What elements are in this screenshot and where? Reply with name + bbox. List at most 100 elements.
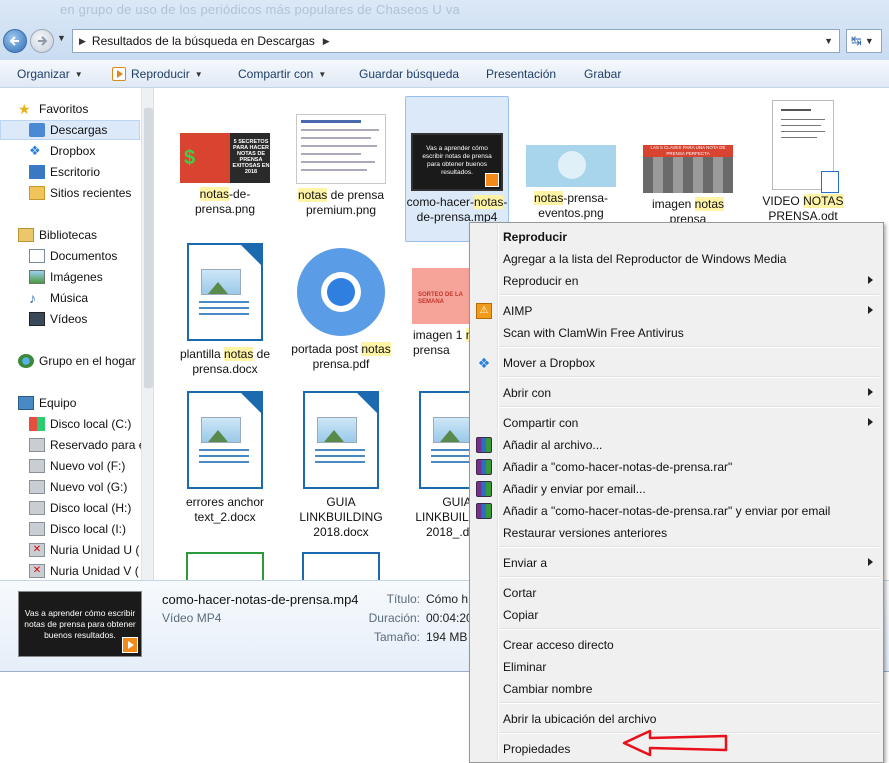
menu-item-label: Enviar a: [503, 556, 548, 570]
menu-item-rename[interactable]: Cambiar nombre: [472, 678, 881, 700]
play-button[interactable]: Reproducir ▼: [112, 67, 203, 81]
presentation-button[interactable]: Presentación: [486, 67, 556, 81]
nav-dropbox[interactable]: ❖ Dropbox: [29, 141, 153, 161]
network-drive-icon: ✕: [29, 564, 45, 578]
search-highlight: NOTAS: [803, 194, 844, 208]
menu-item-add-to-archive[interactable]: Añadir al archivo...: [472, 434, 881, 456]
menu-item-copy[interactable]: Copiar: [472, 604, 881, 626]
menu-item-add-to-wmp-list[interactable]: Agregar a la lista del Reproductor de Wi…: [472, 248, 881, 270]
forward-button[interactable]: [30, 29, 54, 53]
chrome-icon: [297, 248, 385, 336]
menu-item-open-with[interactable]: Abrir con: [472, 382, 881, 404]
file-item[interactable]: notas de prensa premium.png: [291, 114, 391, 218]
address-path[interactable]: Resultados de la búsqueda en Descargas: [92, 34, 315, 48]
file-thumbnail: [526, 145, 616, 187]
nav-libraries[interactable]: Bibliotecas: [18, 225, 153, 245]
context-menu: Reproducir Agregar a la lista del Reprod…: [469, 222, 884, 763]
chevron-down-icon: ▼: [318, 69, 327, 79]
nav-favorites[interactable]: ★ Favoritos: [18, 99, 153, 119]
search-highlight: notas: [223, 347, 254, 361]
chevron-right-icon[interactable]: ▶: [79, 36, 86, 47]
nav-drive[interactable]: Nuevo vol (G:): [29, 477, 153, 497]
file-item[interactable]: $ 5 SECRETOS PARA HACER NOTAS DE PRENSA …: [175, 133, 275, 217]
organize-button[interactable]: Organizar ▼: [17, 67, 83, 81]
menu-item-create-shortcut[interactable]: Crear acceso directo: [472, 634, 881, 656]
menu-item-open-file-location[interactable]: Abrir la ubicación del archivo: [472, 708, 881, 730]
share-button[interactable]: Compartir con ▼: [238, 67, 326, 81]
nav-music[interactable]: ♪ Música: [29, 288, 153, 308]
nav-downloads[interactable]: Descargas: [0, 120, 140, 140]
menu-item-move-to-dropbox[interactable]: ❖ Mover a Dropbox: [472, 352, 881, 374]
menu-item-cut[interactable]: Cortar: [472, 582, 881, 604]
nav-drive[interactable]: Disco local (C:): [29, 414, 153, 434]
file-item[interactable]: plantilla notas de prensa.docx: [175, 243, 275, 377]
menu-item-play[interactable]: Reproducir: [472, 226, 881, 248]
homegroup-icon: [18, 354, 34, 368]
menu-item-aimp[interactable]: ⚠ AIMP: [472, 300, 881, 322]
burn-button[interactable]: Grabar: [584, 67, 621, 81]
nav-videos[interactable]: Vídeos: [29, 309, 153, 329]
nav-drive[interactable]: Nuevo vol (F:): [29, 456, 153, 476]
thumbnail-line: [781, 131, 825, 132]
file-item[interactable]: GUIA LINKBUILDING 2018.docx: [291, 391, 391, 540]
menu-item-add-and-email[interactable]: Añadir y enviar por email...: [472, 478, 881, 500]
images-icon: [29, 270, 45, 284]
partial-file-icon[interactable]: [186, 552, 264, 580]
save-search-button[interactable]: Guardar búsqueda: [359, 67, 459, 81]
file-item[interactable]: notas-prensa-eventos.png: [521, 145, 621, 221]
file-name: plantilla notas de prensa.docx: [175, 347, 275, 377]
nav-desktop[interactable]: Escritorio: [29, 162, 153, 182]
nav-scrollbar[interactable]: [141, 88, 153, 580]
scrollbar-thumb[interactable]: [144, 108, 153, 388]
details-title-value[interactable]: Cómo h: [426, 592, 468, 606]
chevron-right-icon[interactable]: ▶: [323, 36, 330, 47]
refresh-button[interactable]: ↹ ▼: [846, 29, 882, 53]
thumbnail-line: [781, 125, 821, 126]
desktop-icon: [29, 165, 45, 179]
nav-label: Disco local (I:): [50, 522, 127, 536]
nav-drive[interactable]: ✕ Nuria Unidad U (: [29, 540, 153, 560]
documents-icon: [29, 249, 45, 263]
menu-item-send-to[interactable]: Enviar a: [472, 552, 881, 574]
nav-drive[interactable]: Reservado para e: [29, 435, 153, 455]
menu-item-add-to-rar[interactable]: Añadir a "como-hacer-notas-de-prensa.rar…: [472, 456, 881, 478]
menu-item-share-with[interactable]: Compartir con: [472, 412, 881, 434]
history-dropdown-icon[interactable]: ▼: [57, 33, 66, 43]
menu-item-add-to-rar-and-email[interactable]: Añadir a "como-hacer-notas-de-prensa.rar…: [472, 500, 881, 522]
nav-drive[interactable]: Disco local (I:): [29, 519, 153, 539]
file-item-selected[interactable]: Vas a aprender cómo escribir notas de pr…: [405, 96, 509, 242]
file-thumbnail: LAS 5 CLAVES PARA UNA NOTA DE PRENSA PER…: [643, 145, 733, 193]
chevron-down-icon: ▼: [74, 69, 83, 79]
nav-homegroup[interactable]: Grupo en el hogar: [18, 351, 153, 371]
file-item[interactable]: LAS 5 CLAVES PARA UNA NOTA DE PRENSA PER…: [638, 145, 738, 227]
address-bar[interactable]: ▶ Resultados de la búsqueda en Descargas…: [72, 29, 840, 53]
nav-drive[interactable]: Disco local (H:): [29, 498, 153, 518]
file-name-pre: imagen 1: [413, 328, 466, 342]
nav-label: Música: [50, 291, 89, 305]
thumbnail-line: [301, 153, 361, 155]
menu-item-clamwin[interactable]: Scan with ClamWin Free Antivirus: [472, 322, 881, 344]
menu-item-play-to[interactable]: Reproducir en: [472, 270, 881, 292]
file-item[interactable]: VIDEO NOTAS PRENSA.odt: [753, 100, 853, 224]
menu-item-label: Añadir a "como-hacer-notas-de-prensa.rar…: [503, 504, 831, 518]
nav-label: Disco local (H:): [50, 501, 132, 515]
partial-file-icon[interactable]: [302, 552, 380, 580]
menu-item-delete[interactable]: Eliminar: [472, 656, 881, 678]
file-item[interactable]: portada post notas prensa.pdf: [291, 248, 391, 372]
nav-recent[interactable]: Sitios recientes: [29, 183, 153, 203]
dropbox-icon: ❖: [29, 143, 41, 158]
nav-drive[interactable]: ✕ Nuria Unidad V (: [29, 561, 153, 580]
back-button[interactable]: [3, 29, 27, 53]
address-dropdown-icon[interactable]: ▼: [824, 36, 833, 46]
nav-documents[interactable]: Documentos: [29, 246, 153, 266]
menu-item-restore-previous-versions[interactable]: Restaurar versiones anteriores: [472, 522, 881, 544]
nav-computer[interactable]: Equipo: [18, 393, 153, 413]
thumbnail-line: [301, 145, 377, 147]
nav-images[interactable]: Imágenes: [29, 267, 153, 287]
file-item[interactable]: errores anchor text_2.docx: [175, 391, 275, 525]
menu-separator: [500, 376, 879, 378]
nav-label: Descargas: [50, 123, 108, 137]
nav-label: Nuria Unidad U (: [50, 543, 140, 557]
winrar-icon: [476, 481, 492, 497]
file-thumbnail: [296, 114, 386, 184]
